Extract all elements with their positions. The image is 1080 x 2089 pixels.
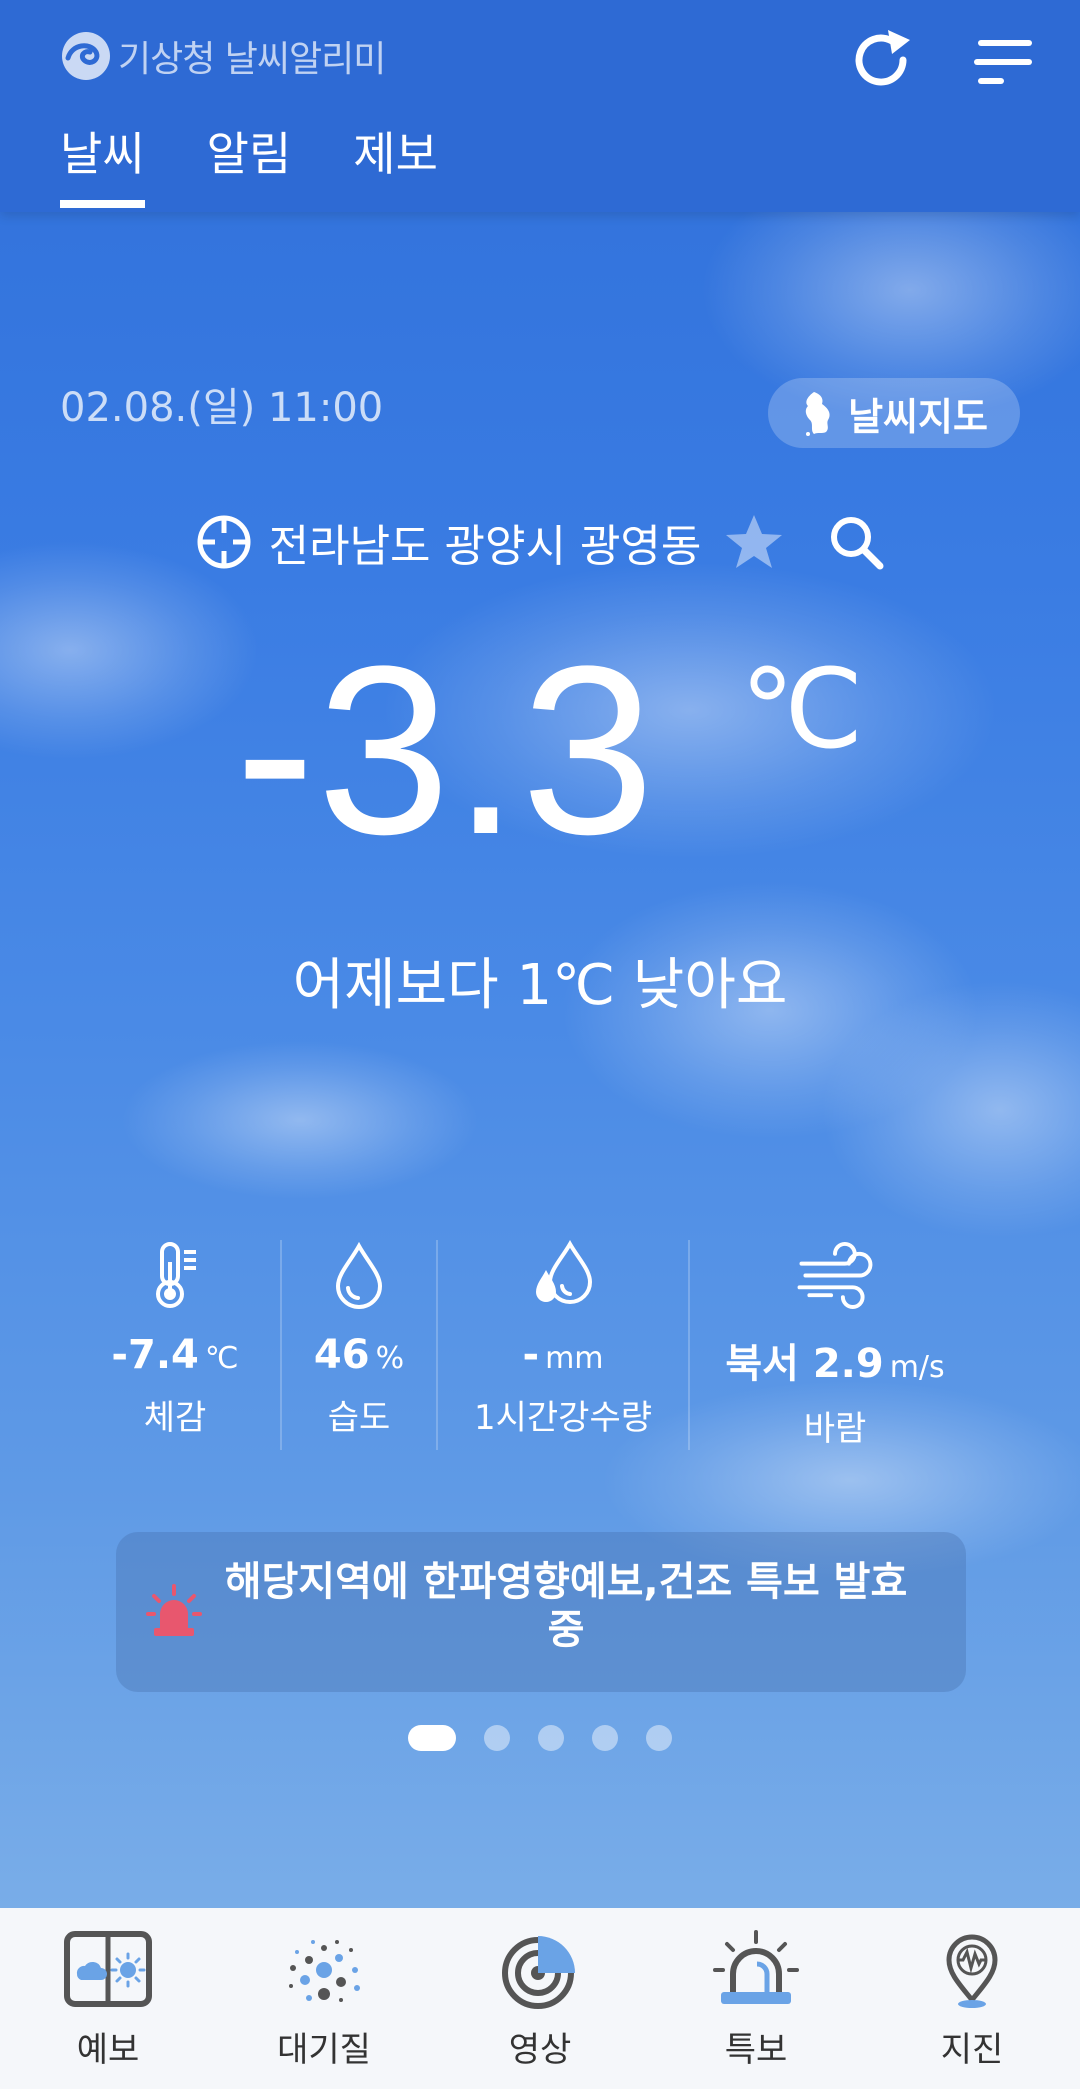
location-name[interactable]: 전라남도 광양시 광영동 [269,510,702,574]
weather-map-label: 날씨지도 [848,394,988,439]
earthquake-pin-icon [946,1934,998,2008]
hamburger-menu-icon[interactable] [972,34,1034,90]
humidity-label: 습도 [327,1398,391,1438]
gps-locate-icon[interactable] [195,513,253,571]
wind-value: 북서 2.9 [725,1341,884,1387]
weather-map-button[interactable]: 날씨지도 [768,378,1020,448]
nav-air-quality[interactable]: 대기질 [216,1908,432,2089]
weather-stats: -7.4 ℃ 체감 46% 습도 - mm 1시간강수량 북서 2.9 m/s … [100,1240,980,1450]
nav-earthquake-label: 지진 [940,2030,1004,2070]
page-dot[interactable] [646,1725,672,1751]
tab-weather[interactable]: 날씨 [60,118,145,208]
app-title: 기상청 날씨알리미 [118,39,386,80]
weather-alert-banner[interactable]: 해당지역에 한파영향예보,건조 특보 발효중 [116,1532,966,1692]
precipitation-unit: mm [545,1341,604,1376]
page-dot[interactable] [484,1725,510,1751]
wind-unit: m/s [889,1350,945,1385]
current-temperature: -3.3 ℃ [0,630,1080,880]
main-tabs: 날씨 알림 제보 [60,118,438,208]
stat-humidity: 46% 습도 [282,1240,436,1450]
page-dot[interactable] [538,1725,564,1751]
forecast-icon [64,1931,152,2007]
humidity-unit: % [375,1341,405,1376]
radar-icon [502,1936,575,2009]
rain-drops-icon [536,1240,593,1304]
nav-satellite-label: 영상 [508,2030,572,2070]
location-bar: 전라남도 광양시 광영동 [0,510,1080,574]
wind-label: 바람 [803,1409,867,1449]
observation-datetime: 02.08.(일) 11:00 [60,385,384,431]
alert-message: 해당지역에 한파영향예보,건조 특보 발효중 [224,1559,908,1653]
feels-like-value: -7.4 [111,1332,199,1378]
stat-feels-like: -7.4 ℃ 체감 [100,1240,250,1450]
temperature-value: -3.3 [235,616,657,884]
thermometer-icon [156,1242,196,1308]
search-icon[interactable] [827,513,885,571]
page-indicator [0,1725,1080,1751]
wind-icon [797,1241,873,1309]
nav-forecast-label: 예보 [76,2030,140,2070]
page-dot-active[interactable] [408,1725,456,1751]
precipitation-value: - [522,1332,540,1378]
favorite-star-icon[interactable] [723,511,785,573]
page-dot[interactable] [592,1725,618,1751]
feels-like-unit: ℃ [204,1341,239,1376]
feels-like-label: 체감 [143,1398,207,1438]
tab-report[interactable]: 제보 [353,118,438,208]
warning-siren-icon [713,1930,799,2004]
nav-earthquake[interactable]: 지진 [864,1908,1080,2089]
nav-satellite[interactable]: 영상 [432,1908,648,2089]
korea-map-icon [805,392,830,436]
air-quality-icon [289,1940,360,2002]
siren-icon [146,1584,202,1636]
humidity-value: 46 [313,1332,370,1378]
app-header: 기상청 날씨알리미 날씨 알림 제보 [0,0,1080,212]
weather-content: 02.08.(일) 11:00 날씨지도 전라남도 광양시 광영동 -3.3 ℃… [0,0,1080,1908]
tab-alerts[interactable]: 알림 [207,118,292,208]
nav-forecast[interactable]: 예보 [0,1908,216,2089]
precipitation-label: 1시간강수량 [473,1398,653,1438]
temperature-unit: ℃ [740,648,864,771]
temperature-comparison: 어제보다 1℃ 낮아요 [292,953,788,1018]
stat-wind: 북서 2.9 m/s 바람 [690,1240,980,1450]
refresh-icon[interactable] [848,26,918,96]
stat-precipitation: - mm 1시간강수량 [438,1240,688,1450]
bottom-navigation: 예보 대기질 영상 특보 지진 [0,1908,1080,2089]
app-logo: 기상청 날씨알리미 [60,28,386,84]
humidity-drop-icon [335,1241,383,1309]
nav-warning[interactable]: 특보 [648,1908,864,2089]
kma-logo-icon [62,32,110,80]
nav-warning-label: 특보 [724,2030,788,2070]
nav-air-quality-label: 대기질 [277,2030,371,2070]
